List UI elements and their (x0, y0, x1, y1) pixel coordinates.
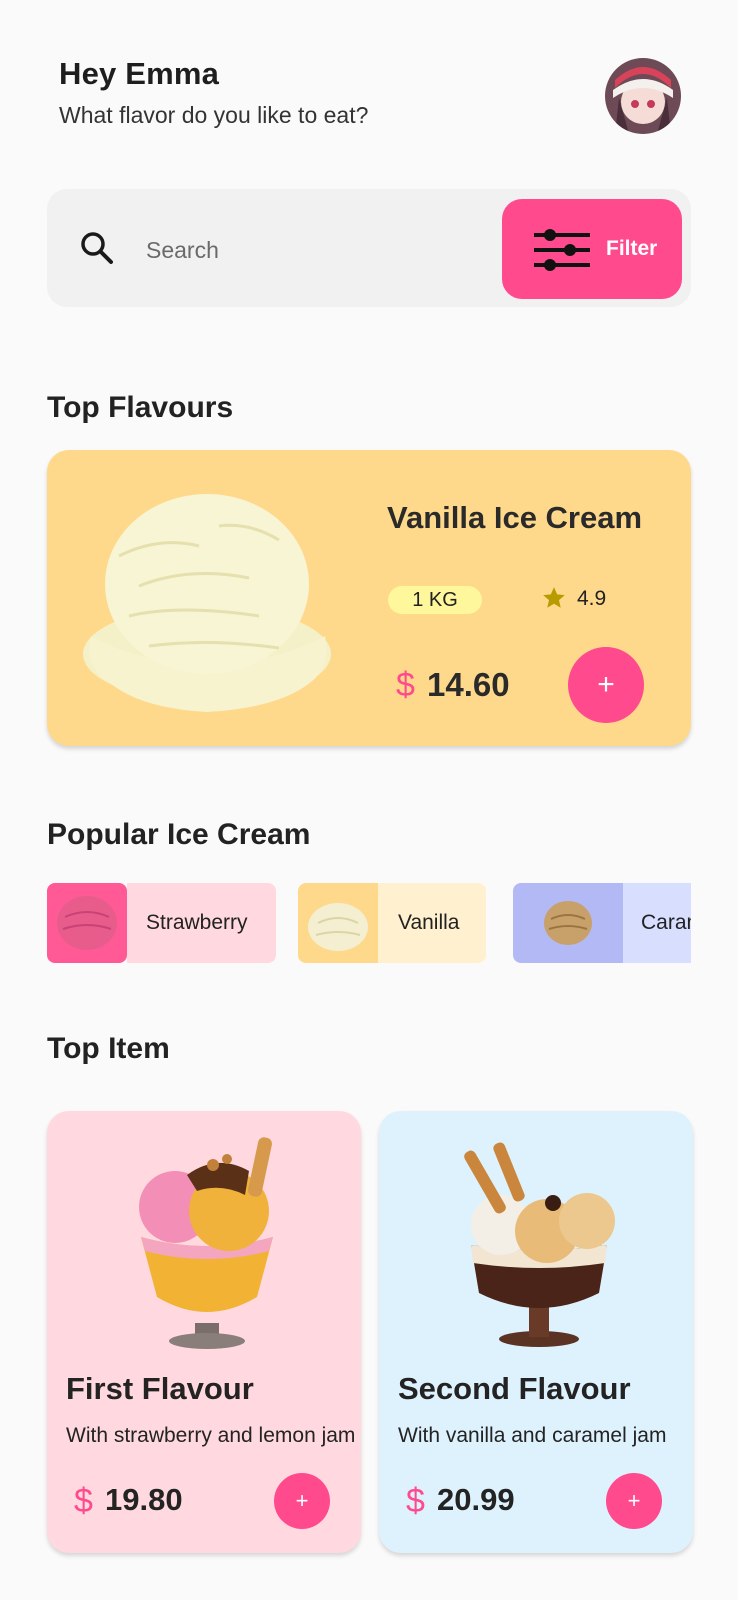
sliders-icon (532, 227, 592, 273)
item-description: With vanilla and caramel jam (398, 1424, 667, 1447)
weight-badge: 1 KG (388, 586, 482, 614)
filter-button[interactable]: Filter (502, 199, 682, 299)
popular-chip-vanilla[interactable]: Vanilla (298, 883, 490, 963)
section-title-popular: Popular Ice Cream (47, 818, 311, 851)
top-item-card-second[interactable]: Second Flavour With vanilla and caramel … (379, 1111, 693, 1553)
top-item-card-first[interactable]: First Flavour With strawberry and lemon … (47, 1111, 361, 1553)
popular-label: Caramel (641, 911, 691, 934)
chip-label-box: Caramel (623, 883, 691, 963)
caramel-sundae-image (449, 1127, 629, 1357)
search-icon[interactable] (78, 229, 118, 269)
section-title-top-flavours: Top Flavours (47, 391, 234, 424)
star-icon (541, 585, 567, 611)
popular-label: Vanilla (398, 911, 460, 934)
top-flavour-name: Vanilla Ice Cream (387, 500, 643, 535)
popular-label: Strawberry (146, 911, 248, 934)
popular-chip-caramel[interactable]: Caramel (513, 883, 691, 963)
add-to-cart-button[interactable]: + (606, 1473, 662, 1529)
caramel-thumb (513, 883, 623, 963)
header: Hey Emma What flavor do you like to eat? (59, 56, 368, 129)
add-to-cart-button[interactable]: + (568, 647, 644, 723)
add-to-cart-button[interactable]: + (274, 1473, 330, 1529)
popular-list: Strawberry Vanilla Caramel (47, 883, 691, 965)
greeting-title: Hey Emma (59, 56, 220, 91)
search-input[interactable] (146, 230, 476, 270)
currency-symbol: $ (396, 666, 415, 704)
chip-label-box: Strawberry (127, 883, 276, 963)
vanilla-thumb (298, 883, 378, 963)
top-flavour-price: 14.60 (427, 666, 510, 703)
item-price: 20.99 (437, 1482, 515, 1517)
currency-symbol: $ (74, 1482, 93, 1520)
item-description: With strawberry and lemon jam (66, 1424, 356, 1447)
popular-chip-strawberry[interactable]: Strawberry (47, 883, 276, 963)
strawberry-sundae-image (117, 1127, 297, 1357)
filter-label: Filter (606, 237, 658, 260)
item-name: First Flavour (66, 1371, 254, 1406)
chip-label-box: Vanilla (378, 883, 486, 963)
item-price: 19.80 (105, 1482, 183, 1517)
vanilla-scoop-image (79, 486, 335, 718)
top-flavour-card[interactable]: Vanilla Ice Cream 1 KG 4.9 $ 14.60 + (47, 450, 691, 746)
greeting-subtitle: What flavor do you like to eat? (59, 102, 369, 128)
strawberry-thumb (47, 883, 127, 963)
rating-value: 4.9 (577, 587, 607, 610)
section-title-top-item: Top Item (47, 1032, 170, 1065)
avatar[interactable] (605, 58, 681, 134)
item-name: Second Flavour (398, 1371, 631, 1406)
currency-symbol: $ (406, 1482, 425, 1520)
